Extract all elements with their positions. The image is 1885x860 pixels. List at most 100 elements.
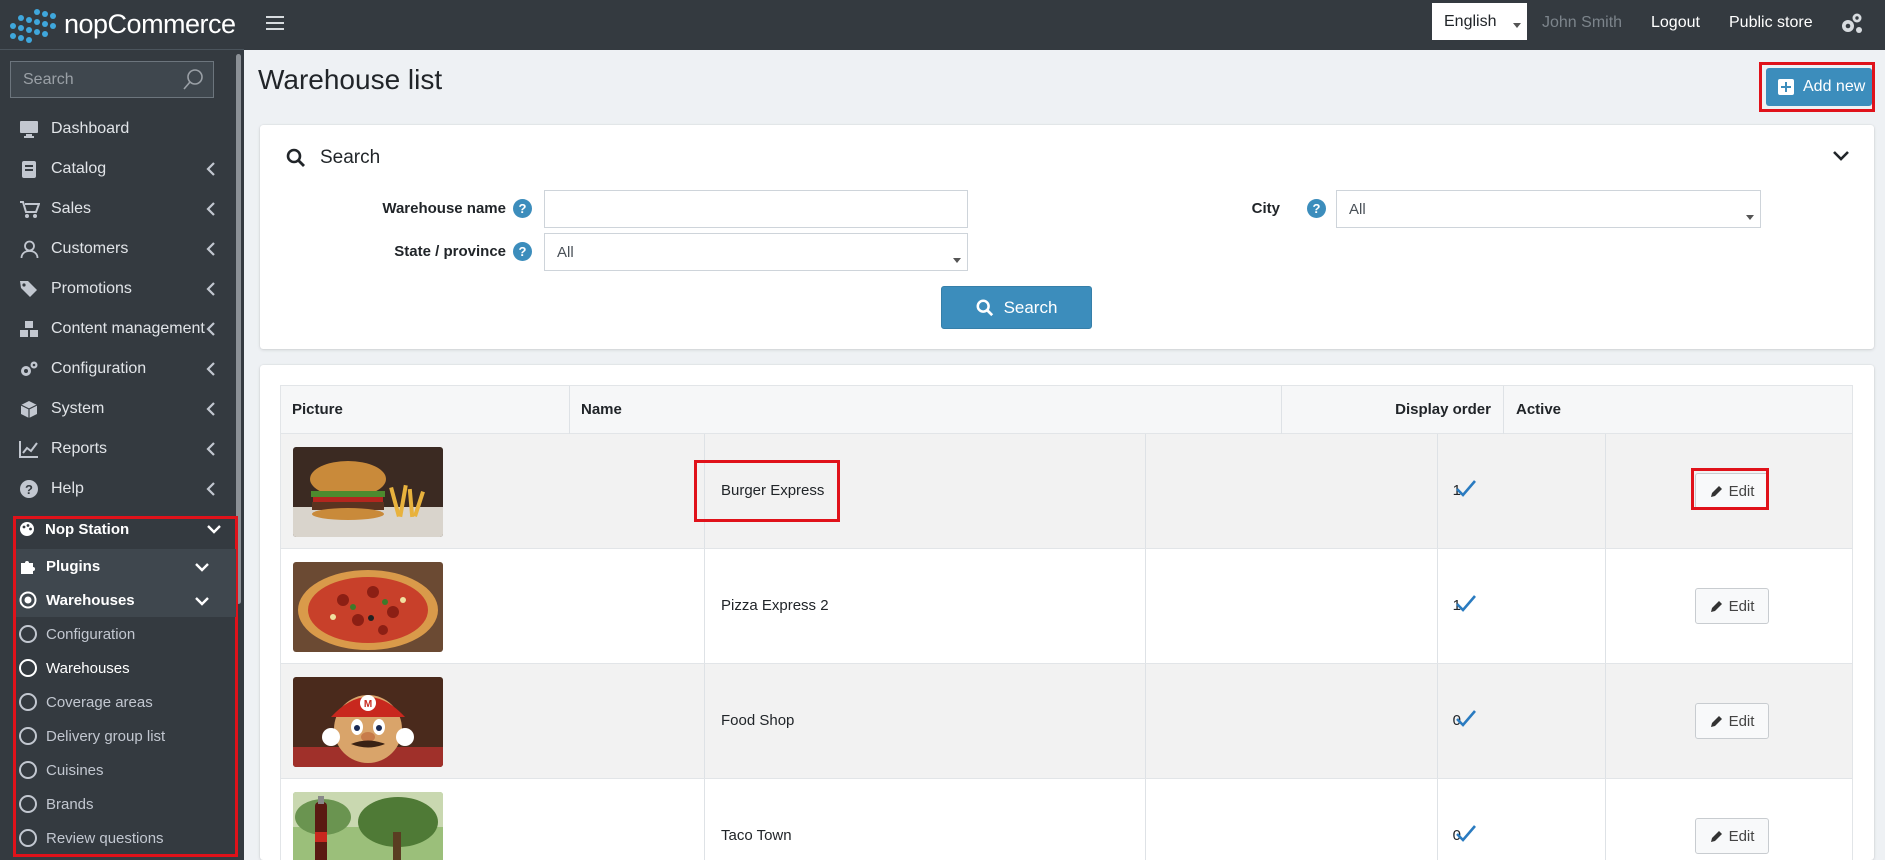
help-icon[interactable]: ? — [513, 242, 532, 261]
sidebar-item-dashboard[interactable]: Dashboard — [0, 109, 236, 149]
public-store-link[interactable]: Public store — [1729, 14, 1813, 32]
sidebar-item-configuration[interactable]: Configuration — [0, 349, 236, 389]
cell-divider — [1437, 664, 1438, 778]
pencil-icon — [1710, 601, 1722, 612]
sidebar-item-label: Delivery group list — [46, 727, 166, 745]
sidebar-subitem-warehouses[interactable]: Warehouses — [16, 651, 236, 685]
edit-button[interactable]: Edit — [1695, 703, 1769, 739]
sidebar-item-warehouses-group[interactable]: Warehouses — [16, 583, 236, 617]
edit-button[interactable]: Edit — [1695, 818, 1769, 854]
sidebar-subitem-configuration[interactable]: Configuration — [16, 617, 236, 651]
sidebar-subitem-brands[interactable]: Brands — [16, 787, 236, 821]
sidebar-item-sales[interactable]: Sales — [0, 189, 236, 229]
user-icon — [18, 238, 40, 260]
help-icon[interactable]: ? — [1307, 199, 1326, 218]
column-header-picture[interactable]: Picture — [292, 401, 343, 418]
sidebar-item-label: Review questions — [46, 829, 164, 847]
chevron-left-icon — [206, 242, 215, 256]
chevron-left-icon — [206, 202, 215, 216]
gears-icon — [18, 358, 40, 380]
warehouse-picture — [293, 792, 443, 860]
sidebar-item-customers[interactable]: Customers — [0, 229, 236, 269]
sidebar-item-label: Warehouses — [46, 659, 130, 677]
help-icon[interactable]: ? — [513, 199, 532, 218]
column-header-active[interactable]: Active — [1516, 401, 1561, 418]
sidebar-item-label: Cuisines — [46, 761, 104, 779]
column-header-display-order[interactable]: Display order — [1331, 401, 1491, 418]
sidebar-item-system[interactable]: System — [0, 389, 236, 429]
cell-divider — [704, 664, 705, 778]
caret-down-icon — [1746, 215, 1754, 220]
circle-icon — [19, 659, 37, 677]
chevron-left-icon — [206, 282, 215, 296]
cart-icon — [18, 198, 40, 220]
sidebar-subitem-cuisines[interactable]: Cuisines — [16, 753, 236, 787]
warehouse-name: Pizza Express 2 — [721, 597, 829, 614]
search-panel-title: Search — [320, 147, 381, 168]
chevron-left-icon — [206, 402, 215, 416]
cola-image — [293, 792, 443, 860]
hamburger-menu-icon[interactable] — [266, 16, 284, 30]
checkmark-icon — [1456, 825, 1476, 842]
warehouse-picture — [293, 562, 443, 652]
puzzle-icon — [19, 557, 37, 575]
add-new-button[interactable]: Add new — [1766, 68, 1872, 106]
sidebar-item-label: Sales — [51, 200, 92, 217]
table-row: M Food Shop 0 Edit — [280, 664, 1853, 779]
warehouse-name: Food Shop — [721, 712, 795, 729]
warehouse-name-input[interactable] — [544, 190, 968, 228]
cell-divider — [1605, 779, 1606, 860]
sidebar-search-input[interactable]: Search — [10, 61, 214, 98]
city-select[interactable]: All — [1336, 190, 1761, 228]
sidebar-subitem-review-questions[interactable]: Review questions — [16, 821, 236, 855]
search-icon[interactable] — [181, 68, 205, 92]
sidebar-item-label: Nop Station — [45, 520, 130, 538]
table-row: Pizza Express 2 1 Edit — [280, 549, 1853, 664]
sidebar-search-placeholder: Search — [23, 71, 74, 88]
language-select[interactable]: English — [1432, 3, 1527, 40]
add-new-label: Add new — [1803, 78, 1866, 95]
search-panel: Search Warehouse name ? State / province… — [260, 125, 1874, 349]
search-button-label: Search — [1003, 297, 1058, 317]
column-header-name[interactable]: Name — [581, 401, 622, 418]
pencil-icon — [1710, 831, 1722, 842]
top-navbar: English John Smith Logout Public store — [244, 0, 1885, 50]
sidebar-item-catalog[interactable]: Catalog — [0, 149, 236, 189]
state-province-value: All — [557, 244, 574, 261]
circle-icon — [19, 693, 37, 711]
palette-icon — [18, 518, 36, 540]
page-title: Warehouse list — [258, 64, 443, 95]
column-divider — [569, 386, 570, 434]
edit-button-label: Edit — [1728, 712, 1755, 730]
cell-divider — [1145, 549, 1146, 663]
edit-button[interactable]: Edit — [1695, 588, 1769, 624]
circle-icon — [19, 761, 37, 779]
logout-link[interactable]: Logout — [1651, 14, 1700, 32]
sidebar-item-label: Help — [51, 480, 84, 497]
sidebar-item-help[interactable]: ? Help — [0, 469, 236, 509]
desktop-icon — [18, 118, 40, 140]
cell-divider — [704, 549, 705, 663]
svg-text:?: ? — [25, 482, 33, 497]
pencil-icon — [1710, 716, 1722, 727]
sidebar-item-plugins[interactable]: Plugins — [16, 549, 236, 583]
column-divider — [1281, 386, 1282, 434]
search-button[interactable]: Search — [941, 286, 1092, 329]
brand-logo[interactable]: nopCommerce — [0, 0, 244, 50]
state-province-select[interactable]: All — [544, 233, 968, 271]
cube-icon — [18, 398, 40, 420]
settings-gears-icon[interactable] — [1840, 12, 1864, 36]
user-name[interactable]: John Smith — [1542, 14, 1622, 32]
chevron-down-icon[interactable] — [1832, 149, 1850, 163]
search-panel-header[interactable]: Search — [286, 147, 380, 169]
sidebar-item-content-management[interactable]: Content management — [0, 309, 236, 349]
sidebar-item-label: Coverage areas — [46, 693, 153, 711]
sidebar-subitem-coverage-areas[interactable]: Coverage areas — [16, 685, 236, 719]
sidebar-item-nop-station[interactable]: Nop Station — [0, 510, 236, 548]
sidebar-item-reports[interactable]: Reports — [0, 429, 236, 469]
sidebar-item-promotions[interactable]: Promotions — [0, 269, 236, 309]
sidebar-subitem-delivery-group-list[interactable]: Delivery group list — [16, 719, 236, 753]
book-icon — [18, 158, 40, 180]
checkmark-icon — [1456, 595, 1476, 612]
sidebar-item-label: Catalog — [51, 160, 107, 177]
